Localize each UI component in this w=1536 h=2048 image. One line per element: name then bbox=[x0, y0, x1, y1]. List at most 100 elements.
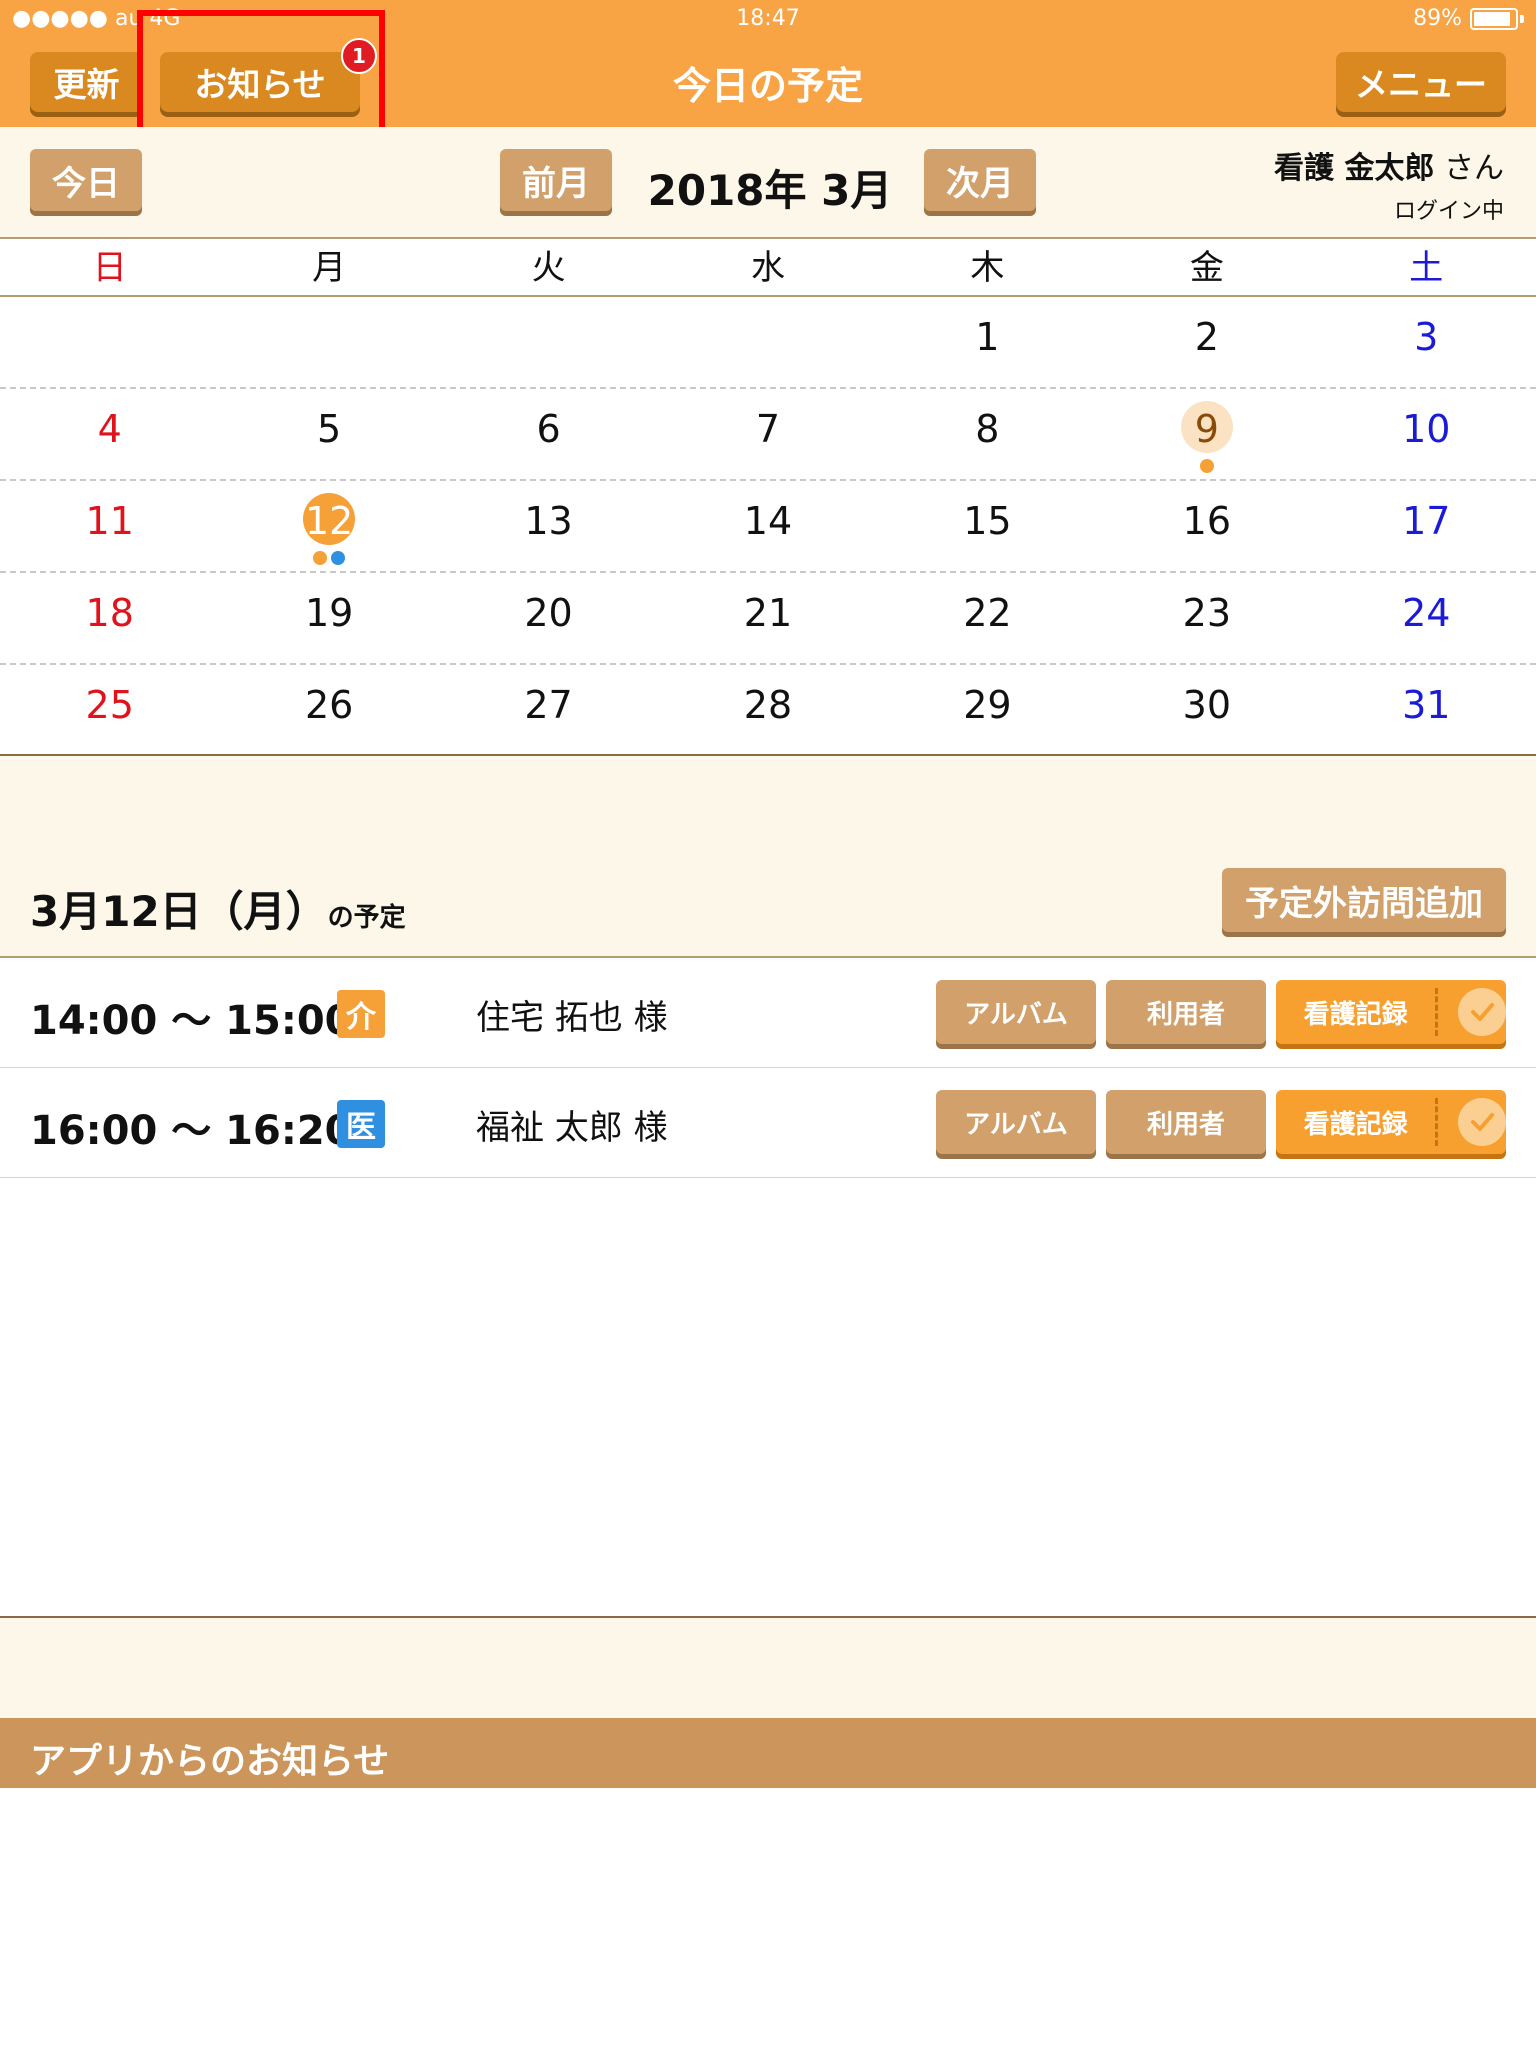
nursing-record-button[interactable]: 看護記録 bbox=[1276, 980, 1506, 1044]
calendar-day[interactable]: 8 bbox=[878, 389, 1097, 479]
month-nav: 今日 前月 2018年 3月 次月 看護 金太郎 さん ログイン中 bbox=[0, 127, 1536, 239]
calendar-day[interactable]: 1 bbox=[878, 297, 1097, 387]
battery-cap bbox=[1520, 14, 1524, 23]
calendar-day[interactable]: 26 bbox=[219, 665, 438, 757]
event-dot bbox=[331, 551, 346, 565]
menu-button[interactable]: メニュー bbox=[1336, 52, 1506, 112]
album-button[interactable]: アルバム bbox=[936, 980, 1096, 1044]
calendar-day[interactable]: 7 bbox=[658, 389, 877, 479]
calendar-day[interactable]: 10 bbox=[1317, 389, 1536, 479]
calendar-day[interactable]: 23 bbox=[1097, 573, 1316, 663]
event-dot bbox=[1199, 459, 1214, 473]
care-type-tag: 介 bbox=[337, 990, 385, 1038]
schedule-header: 3月12日（月）の予定 予定外訪問追加 bbox=[0, 756, 1536, 958]
calendar-day[interactable]: 2 bbox=[1097, 297, 1316, 387]
album-button[interactable]: アルバム bbox=[936, 1090, 1096, 1154]
app-notices-bar: アプリからのお知らせ bbox=[0, 1718, 1536, 1788]
event-dots bbox=[1097, 459, 1316, 473]
weekday-thu: 木 bbox=[970, 248, 1005, 288]
event-dots bbox=[219, 551, 438, 565]
battery-status: 89% bbox=[1413, 6, 1524, 31]
calendar-day[interactable]: 18 bbox=[0, 573, 219, 663]
calendar-day[interactable]: 17 bbox=[1317, 481, 1536, 571]
record-divider bbox=[1435, 1098, 1439, 1146]
nursing-record-label: 看護記録 bbox=[1303, 999, 1408, 1030]
calendar-day[interactable]: 4 bbox=[0, 389, 219, 479]
calendar-empty-cell bbox=[439, 297, 658, 387]
user-name-display: 看護 金太郎 さん bbox=[1274, 143, 1504, 187]
weekday-tue: 火 bbox=[531, 248, 566, 288]
prev-month-button[interactable]: 前月 bbox=[500, 149, 612, 211]
day-number: 16 bbox=[1182, 499, 1231, 543]
calendar-week: 11 12 13 14 15 16 17 bbox=[0, 481, 1536, 573]
calendar-day[interactable]: 21 bbox=[658, 573, 877, 663]
footer-spacer bbox=[0, 1616, 1536, 1718]
patient-name: 福祉 太郎 様 bbox=[476, 1108, 668, 1148]
next-month-button[interactable]: 次月 bbox=[924, 149, 1036, 211]
calendar-day[interactable]: 3 bbox=[1317, 297, 1536, 387]
calendar-day[interactable]: 24 bbox=[1317, 573, 1536, 663]
weekday-wed: 水 bbox=[750, 248, 785, 288]
calendar-day[interactable]: 14 bbox=[658, 481, 877, 571]
app-notices-title: アプリからのお知らせ bbox=[30, 1741, 390, 1782]
nursing-record-button[interactable]: 看護記録 bbox=[1276, 1090, 1506, 1154]
calendar-week: 18 19 20 21 22 23 24 bbox=[0, 573, 1536, 665]
calendar-day[interactable]: 29 bbox=[878, 665, 1097, 757]
day-number: 3 bbox=[1414, 315, 1439, 359]
calendar-day[interactable]: 20 bbox=[439, 573, 658, 663]
day-number: 24 bbox=[1402, 591, 1451, 635]
schedule-row: 14:00 〜 15:00 介 住宅 拓也 様 アルバム 利用者 看護記録 bbox=[0, 958, 1536, 1068]
schedule-date-label: 3月12日（月） bbox=[30, 887, 328, 936]
calendar-day[interactable]: 31 bbox=[1317, 665, 1536, 757]
day-number: 9 bbox=[1194, 407, 1219, 451]
day-number: 30 bbox=[1182, 683, 1231, 727]
month-label: 2018年 3月 bbox=[647, 166, 893, 215]
day-number: 14 bbox=[743, 499, 793, 543]
calendar-week: 4 5 6 7 8 9 10 bbox=[0, 389, 1536, 481]
calendar-day[interactable]: 19 bbox=[219, 573, 438, 663]
calendar-day[interactable]: 15 bbox=[878, 481, 1097, 571]
calendar-day[interactable]: 11 bbox=[0, 481, 219, 571]
event-dot bbox=[313, 551, 328, 565]
user-suffix: さん bbox=[1444, 151, 1504, 186]
day-number: 22 bbox=[963, 591, 1012, 635]
user-name: 看護 金太郎 bbox=[1274, 151, 1435, 186]
calendar-day[interactable]: 16 bbox=[1097, 481, 1316, 571]
user-info-button[interactable]: 利用者 bbox=[1106, 980, 1266, 1044]
day-number: 27 bbox=[524, 683, 573, 727]
record-divider bbox=[1435, 988, 1439, 1036]
visit-time: 14:00 〜 15:00 bbox=[30, 998, 353, 1044]
check-icon bbox=[1458, 988, 1506, 1036]
calendar-empty-cell bbox=[0, 297, 219, 387]
today-button[interactable]: 今日 bbox=[30, 149, 142, 211]
calendar-day[interactable]: 13 bbox=[439, 481, 658, 571]
day-number: 26 bbox=[304, 683, 354, 727]
calendar-day[interactable]: 22 bbox=[878, 573, 1097, 663]
check-icon bbox=[1458, 1098, 1506, 1146]
day-number: 7 bbox=[755, 407, 781, 451]
calendar-day[interactable]: 9 bbox=[1097, 389, 1316, 479]
nursing-record-label: 看護記録 bbox=[1303, 1109, 1408, 1140]
day-number: 1 bbox=[975, 315, 1000, 359]
day-number: 15 bbox=[963, 499, 1012, 543]
battery-percent: 89% bbox=[1413, 6, 1462, 31]
day-number: 5 bbox=[317, 407, 342, 451]
weekday-mon: 月 bbox=[312, 248, 347, 288]
weekday-fri: 金 bbox=[1189, 248, 1224, 288]
day-number: 28 bbox=[743, 683, 793, 727]
weekday-header: 日 月 火 水 木 金 土 bbox=[0, 239, 1536, 297]
calendar-day[interactable]: 30 bbox=[1097, 665, 1316, 757]
calendar-day[interactable]: 28 bbox=[658, 665, 877, 757]
day-number: 4 bbox=[97, 407, 122, 451]
user-info-button[interactable]: 利用者 bbox=[1106, 1090, 1266, 1154]
visit-time: 16:00 〜 16:20 bbox=[30, 1108, 353, 1154]
calendar-day[interactable]: 25 bbox=[0, 665, 219, 757]
calendar-day[interactable]: 5 bbox=[219, 389, 438, 479]
calendar-day[interactable]: 27 bbox=[439, 665, 658, 757]
add-visit-button[interactable]: 予定外訪問追加 bbox=[1222, 868, 1506, 932]
day-number: 29 bbox=[963, 683, 1012, 727]
calendar-day[interactable]: 12 bbox=[219, 481, 438, 571]
calendar-day[interactable]: 6 bbox=[439, 389, 658, 479]
care-type-tag: 医 bbox=[337, 1100, 385, 1148]
day-number: 11 bbox=[85, 499, 134, 543]
